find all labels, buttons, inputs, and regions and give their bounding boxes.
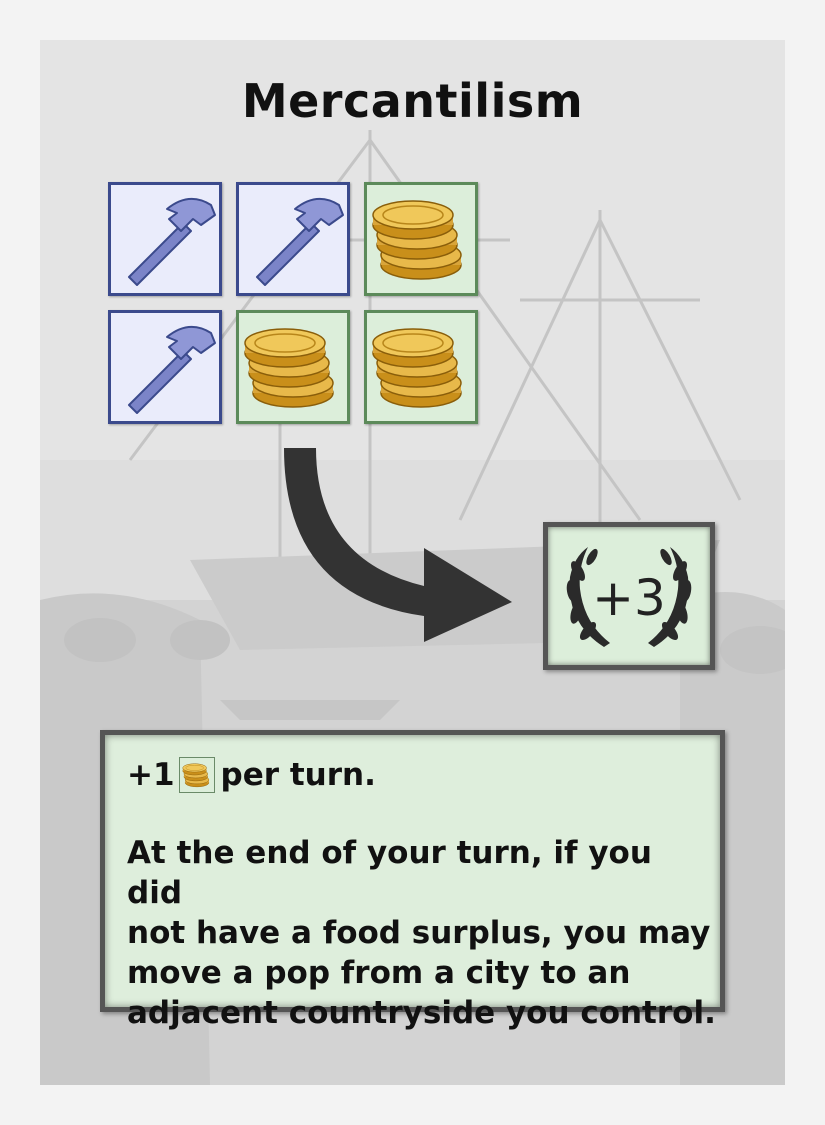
cost-tile-hammer: [108, 182, 222, 296]
coin-stack-icon: [244, 328, 334, 408]
effect-description: At the end of your turn, if you did not …: [127, 835, 716, 1031]
coin-stack-icon: [372, 328, 462, 408]
reward-tile: +3: [543, 522, 715, 670]
hammer-icon: [256, 197, 344, 286]
cost-tile-hammer: [108, 310, 222, 424]
conversion-arrow-icon: [284, 448, 512, 642]
effect-income-line: +1 per turn.: [127, 757, 376, 793]
coin-stack-icon: [372, 200, 462, 280]
cost-tile-hammer: [236, 182, 350, 296]
hammer-icon: [128, 197, 216, 286]
reward-value: +3: [592, 569, 666, 627]
cost-tile-gold: [236, 310, 350, 424]
cost-grid: [108, 182, 488, 430]
hammer-icon: [128, 325, 216, 414]
cost-tile-gold: [364, 310, 478, 424]
effect-income-suffix: per turn.: [220, 757, 376, 793]
card-title: Mercantilism: [241, 74, 584, 128]
effect-income-amount: +1: [127, 757, 175, 793]
cost-tile-gold: [364, 182, 478, 296]
coin-stack-icon: [178, 757, 215, 793]
effect-text-box: +1 per turn. At the end of your turn, if…: [100, 730, 725, 1031]
